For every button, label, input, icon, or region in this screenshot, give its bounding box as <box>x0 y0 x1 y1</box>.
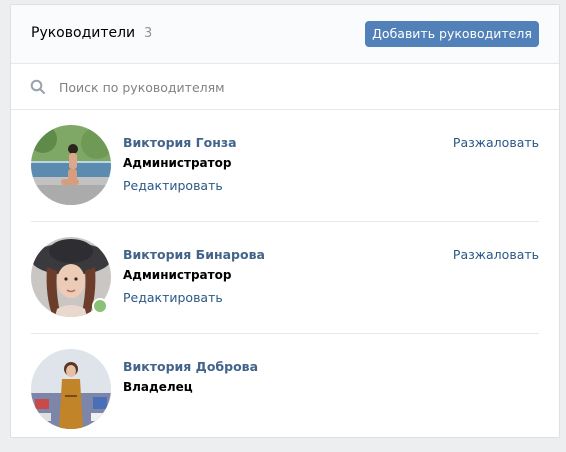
manager-role: Администратор <box>123 268 232 282</box>
search-bar <box>11 64 559 110</box>
managers-count: 3 <box>144 26 153 41</box>
edit-link[interactable]: Редактировать <box>123 290 223 305</box>
add-manager-button[interactable]: Добавить руководителя <box>365 21 539 47</box>
managers-list: Виктория Гонза Администратор Редактирова… <box>11 110 559 445</box>
manager-role: Администратор <box>123 156 232 170</box>
demote-link[interactable]: Разжаловать <box>453 135 539 150</box>
manager-name[interactable]: Виктория Бинарова <box>123 247 265 262</box>
edit-link[interactable]: Редактировать <box>123 178 223 193</box>
list-item: Виктория Гонза Администратор Редактирова… <box>31 110 539 222</box>
managers-card: Руководители 3 Добавить руководителя Пои… <box>10 4 560 438</box>
manager-role: Владелец <box>123 380 193 394</box>
online-indicator <box>92 298 108 314</box>
manager-name[interactable]: Виктория Доброва <box>123 359 258 374</box>
avatar[interactable] <box>31 125 111 205</box>
list-item: Виктория Доброва Владелец <box>31 334 539 445</box>
search-input[interactable] <box>57 76 521 98</box>
avatar[interactable] <box>31 349 111 429</box>
page-title: Руководители <box>31 25 136 41</box>
demote-link[interactable]: Разжаловать <box>453 247 539 262</box>
manager-name[interactable]: Виктория Гонза <box>123 135 237 150</box>
list-item: Виктория Бинарова Администратор Редактир… <box>31 222 539 334</box>
search-icon <box>30 79 46 99</box>
card-header: Руководители 3 Добавить руководителя <box>11 5 559 64</box>
